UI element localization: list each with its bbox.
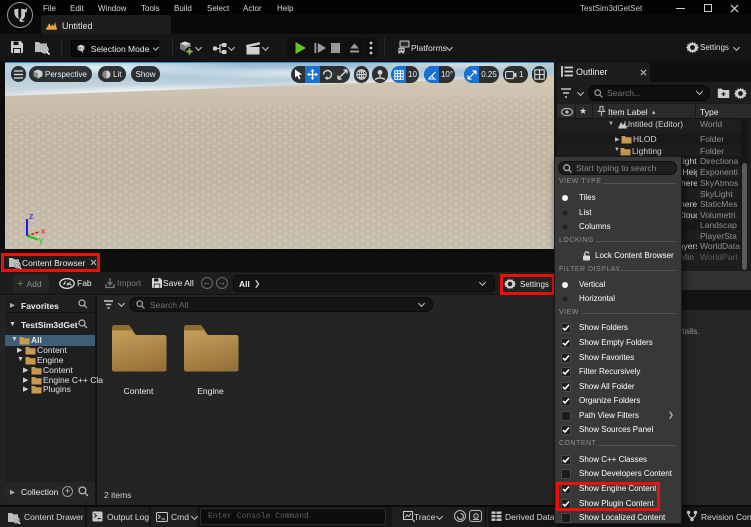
svg-text:z: z	[29, 211, 34, 221]
svg-text:y: y	[39, 235, 44, 245]
